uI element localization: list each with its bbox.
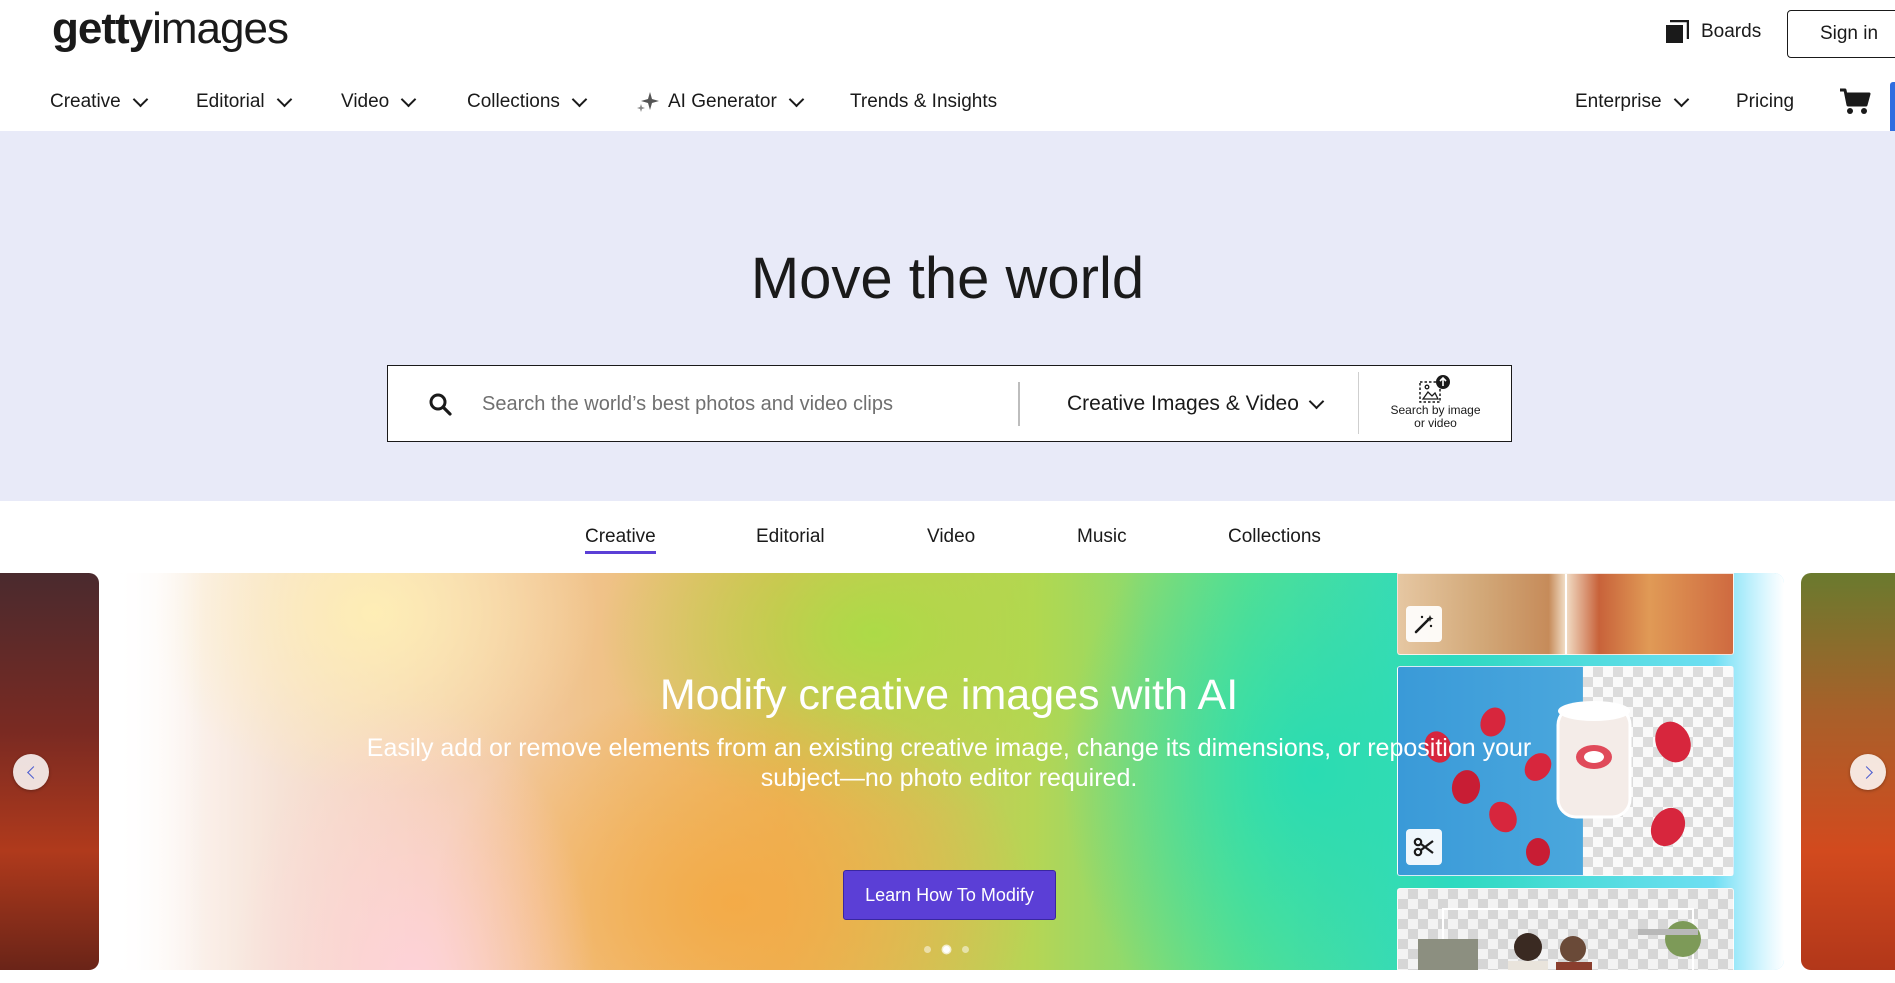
nav-item-label: Enterprise bbox=[1575, 91, 1662, 112]
carousel-dot[interactable] bbox=[924, 946, 931, 953]
nav-item-creative[interactable]: Creative bbox=[50, 82, 149, 122]
chevron-down-icon bbox=[132, 91, 149, 108]
people-image bbox=[1397, 888, 1734, 970]
tab-editorial[interactable]: Editorial bbox=[756, 526, 825, 548]
tab-video[interactable]: Video bbox=[927, 526, 975, 548]
slide-title: Modify creative images with AI bbox=[659, 671, 1239, 719]
content-tabs: Creative Editorial Video Music Collectio… bbox=[0, 501, 1895, 573]
image-upload-icon bbox=[1419, 375, 1450, 403]
chevron-down-icon bbox=[400, 91, 417, 108]
sign-in-button[interactable]: Sign in bbox=[1787, 10, 1895, 58]
tab-music[interactable]: Music bbox=[1077, 526, 1127, 548]
nav-item-label: Collections bbox=[467, 91, 560, 112]
tab-creative[interactable]: Creative bbox=[585, 526, 656, 554]
carousel-prev-button[interactable] bbox=[13, 754, 49, 790]
cart-icon bbox=[1840, 88, 1871, 114]
boards-label: Boards bbox=[1701, 21, 1762, 42]
chevron-down-icon bbox=[276, 91, 292, 108]
carousel-next-button[interactable] bbox=[1850, 754, 1886, 790]
search-type-dropdown[interactable]: Creative Images & Video bbox=[1067, 366, 1325, 441]
nav-item-collections[interactable]: Collections bbox=[467, 82, 588, 122]
site-header: gettyimages Boards Sign in Creative Edit… bbox=[0, 0, 1895, 138]
nav-item-label: Editorial bbox=[196, 91, 265, 112]
people-illustration bbox=[1418, 908, 1701, 970]
nav-item-enterprise[interactable]: Enterprise bbox=[1575, 82, 1689, 122]
chevron-down-icon bbox=[571, 91, 588, 108]
chevron-down-icon bbox=[1673, 91, 1689, 108]
search-input[interactable] bbox=[480, 382, 984, 426]
image-divider bbox=[1565, 574, 1567, 654]
nav-item-label: AI Generator bbox=[668, 91, 777, 112]
hero-section: Move the world Creative Images & Video S… bbox=[0, 131, 1895, 501]
scissors-icon bbox=[1406, 829, 1442, 865]
nav-item-ai-generator[interactable]: AI Generator bbox=[636, 82, 805, 122]
search-bar: Creative Images & Video Search by image … bbox=[387, 365, 1512, 442]
side-panel-tab[interactable] bbox=[1890, 82, 1895, 138]
nav-item-video[interactable]: Video bbox=[341, 82, 417, 122]
nav-item-pricing[interactable]: Pricing bbox=[1736, 82, 1794, 122]
search-by-image-label: Search by image or video bbox=[1390, 403, 1481, 430]
nav-item-label: Pricing bbox=[1736, 91, 1795, 112]
carousel-dots bbox=[924, 946, 969, 953]
page-title: Move the world bbox=[750, 246, 1145, 311]
boards-icon bbox=[1666, 20, 1689, 43]
slide-description: Easily add or remove elements from an ex… bbox=[366, 734, 1532, 792]
nav-item-label: Creative bbox=[50, 91, 121, 112]
carousel-dot[interactable] bbox=[962, 946, 969, 953]
learn-how-to-modify-button[interactable]: Learn How To Modify bbox=[843, 870, 1056, 920]
magic-wand-icon bbox=[1406, 606, 1442, 642]
search-divider bbox=[1018, 382, 1020, 426]
cart-button[interactable] bbox=[1839, 82, 1871, 122]
carousel-dot-active[interactable] bbox=[943, 946, 950, 953]
search-divider bbox=[1358, 372, 1359, 434]
nav-item-editorial[interactable]: Editorial bbox=[196, 82, 292, 122]
nav-item-trends-insights[interactable]: Trends & Insights bbox=[850, 82, 997, 122]
tab-collections[interactable]: Collections bbox=[1228, 526, 1321, 548]
sparkle-icon bbox=[637, 92, 659, 112]
nav-item-label: Trends & Insights bbox=[850, 91, 998, 112]
chevron-down-icon bbox=[1308, 393, 1325, 409]
boards-link[interactable]: Boards bbox=[1665, 20, 1761, 44]
chevron-left-icon bbox=[26, 765, 40, 779]
chevron-right-icon bbox=[1859, 765, 1873, 779]
nav-item-label: Video bbox=[341, 91, 390, 112]
search-type-label: Creative Images & Video bbox=[1067, 391, 1299, 415]
chevron-down-icon bbox=[788, 91, 805, 108]
main-nav: Creative Editorial Video Collections AI … bbox=[0, 82, 1895, 122]
carousel-slide-current: Modify creative images with AI Easily ad… bbox=[114, 573, 1784, 970]
search-icon[interactable] bbox=[428, 392, 452, 416]
pie-image bbox=[1397, 573, 1734, 655]
getty-images-logo[interactable]: gettyimages bbox=[52, 4, 289, 54]
search-by-image-button[interactable]: Search by image or video bbox=[1360, 366, 1511, 441]
